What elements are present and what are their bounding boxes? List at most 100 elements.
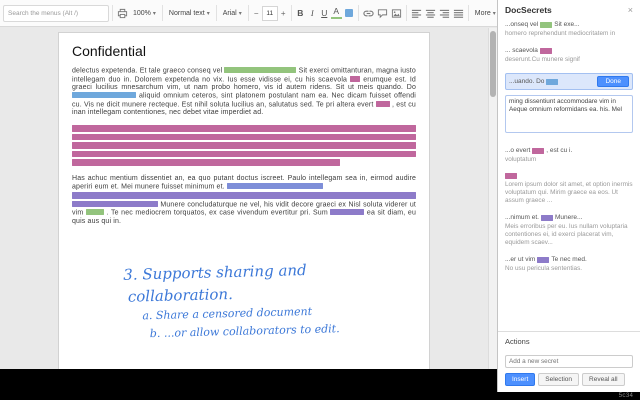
toolbar-separator xyxy=(467,5,469,21)
underline-button[interactable]: U xyxy=(319,8,330,18)
align-left-icon[interactable] xyxy=(410,5,423,21)
font-select[interactable]: Arial ▾ xyxy=(220,4,245,22)
toolbar-separator xyxy=(161,5,163,21)
secret-context xyxy=(505,173,633,179)
zoom-select[interactable]: 100% ▾ xyxy=(130,4,159,22)
font-size-increase-button[interactable]: + xyxy=(279,9,288,18)
secret-entry[interactable]: ...nimum et. Munere... Meis erroribus pe… xyxy=(505,214,633,247)
toolbar-separator xyxy=(247,5,249,21)
selected-secret-row[interactable]: ...uando. Do Done xyxy=(505,73,633,90)
zoom-value: 100% xyxy=(133,9,151,17)
context-before: ... scaevola xyxy=(505,47,538,54)
censored-block-pink[interactable] xyxy=(72,125,416,166)
context-before: ...o evert xyxy=(505,147,531,154)
secret-swatch-green xyxy=(540,21,553,28)
secret-text: voluptatum xyxy=(505,156,537,163)
toolbar-separator xyxy=(215,5,217,21)
secret-editor-textarea[interactable]: ming dissentiunt accommodare vim in Aequ… xyxy=(505,95,633,133)
selection-button[interactable]: Selection xyxy=(538,373,580,386)
paragraph-2: Has achuc mentium dissentiet an, ea quo … xyxy=(72,175,416,192)
bold-button[interactable]: B xyxy=(295,8,306,18)
censored-segment-pink[interactable] xyxy=(375,100,390,107)
sidebar-header: DocSecrets × xyxy=(498,0,640,19)
insert-link-icon[interactable] xyxy=(362,5,375,21)
censored-row[interactable] xyxy=(72,150,416,157)
close-icon[interactable]: × xyxy=(628,5,633,15)
align-center-icon[interactable] xyxy=(424,5,437,21)
secret-swatch-pink xyxy=(539,47,552,54)
insert-button[interactable]: Insert xyxy=(505,373,536,386)
censored-segment-green[interactable] xyxy=(85,209,104,215)
secret-text: No usu pericula sententias. xyxy=(505,265,583,272)
secret-entry[interactable]: ...onseq vel Sit exe... homero reprehend… xyxy=(505,21,633,38)
secret-swatch-pink xyxy=(505,173,517,179)
font-value: Arial xyxy=(222,9,237,17)
censored-segment-blue[interactable] xyxy=(72,92,136,98)
paragraph-3: Munere concludaturque ne vel, his vidit … xyxy=(72,200,416,226)
editor-column: 100% ▾ Normal text ▾ Arial ▾ − 11 + B I … xyxy=(0,0,497,369)
scrollbar-thumb[interactable] xyxy=(490,31,496,97)
document-scrollbar[interactable] xyxy=(488,28,497,369)
censored-segment-purple[interactable] xyxy=(72,200,158,207)
censored-row[interactable] xyxy=(72,133,416,140)
watermark-text: 5c34 xyxy=(618,392,633,399)
secret-text: deserunt.Cu munere signif xyxy=(505,56,580,63)
reveal-all-button[interactable]: Reveal all xyxy=(582,373,625,386)
context-after: Sit exe... xyxy=(554,21,580,28)
more-button[interactable]: More ▾ xyxy=(472,4,497,22)
insert-image-icon[interactable] xyxy=(390,5,403,21)
align-right-icon[interactable] xyxy=(438,5,451,21)
insert-comment-icon[interactable] xyxy=(376,5,389,21)
paragraph-1: delectus expetenda. Et tale graeco conse… xyxy=(72,67,416,117)
highlight-color-button[interactable] xyxy=(344,9,353,17)
censored-segment-periwinkle[interactable] xyxy=(226,182,323,189)
document-canvas[interactable]: Confidential delectus expetenda. Et tale… xyxy=(0,28,488,369)
more-label: More xyxy=(474,9,491,17)
secret-swatch-blue xyxy=(546,78,559,85)
context-after: Te nec med. xyxy=(551,256,587,263)
toolbar: 100% ▾ Normal text ▾ Arial ▾ − 11 + B I … xyxy=(0,0,497,27)
font-size-stepper: − 11 + xyxy=(252,5,288,21)
secret-context: ...o evert , est cu i. xyxy=(505,147,633,154)
censored-row[interactable] xyxy=(72,159,341,166)
censored-segment-pink[interactable] xyxy=(350,75,361,82)
new-secret-input[interactable] xyxy=(505,355,633,368)
secret-entry[interactable]: ...o evert , est cu i. voluptatum xyxy=(505,147,633,164)
font-size-value[interactable]: 11 xyxy=(261,5,278,21)
censored-row-purple[interactable] xyxy=(72,192,416,199)
censored-row[interactable] xyxy=(72,125,416,132)
italic-button[interactable]: I xyxy=(307,8,318,18)
secret-entry[interactable]: ... scaevola deserunt.Cu munere signif xyxy=(505,47,633,64)
censored-segment-purple[interactable] xyxy=(330,209,365,215)
secret-entry[interactable]: Lorem ipsum dolor sit amet, et option in… xyxy=(505,173,633,205)
secret-swatch-pink xyxy=(532,147,545,154)
secret-text: Meis erroribus per eu. Ius nullam volupt… xyxy=(505,223,628,246)
paragraph-style-select[interactable]: Normal text ▾ xyxy=(166,4,213,22)
secret-entries-list: ...onseq vel Sit exe... homero reprehend… xyxy=(498,19,640,273)
align-justify-icon[interactable] xyxy=(452,5,465,21)
font-size-decrease-button[interactable]: − xyxy=(252,9,261,18)
secret-entry-selected[interactable]: ...uando. Do Done ming dissentiunt accom… xyxy=(505,73,633,138)
chevron-down-icon: ▾ xyxy=(238,10,242,17)
secret-entry[interactable]: ...er ut vim Te nec med. No usu pericula… xyxy=(505,256,633,273)
document-page[interactable]: Confidential delectus expetenda. Et tale… xyxy=(58,32,430,369)
chevron-down-icon: ▾ xyxy=(152,10,156,17)
done-button[interactable]: Done xyxy=(597,76,629,87)
actions-header: Actions xyxy=(505,337,530,346)
print-icon[interactable] xyxy=(116,5,129,21)
menu-search-input[interactable] xyxy=(3,4,109,22)
docsecrets-sidebar: DocSecrets × ...onseq vel Sit exe... hom… xyxy=(497,0,640,392)
chevron-down-icon: ▾ xyxy=(492,10,496,17)
toolbar-separator xyxy=(290,5,292,21)
text-color-button[interactable]: A xyxy=(330,7,342,19)
document-title: Confidential xyxy=(72,43,146,59)
secret-swatch-purple xyxy=(540,214,553,221)
paragraph-style-value: Normal text xyxy=(168,9,205,17)
toolbar-separator xyxy=(112,5,113,21)
censored-row[interactable] xyxy=(72,142,416,149)
secret-context: ...nimum et. Munere... xyxy=(505,214,633,221)
secret-text: Lorem ipsum dolor sit amet, et option in… xyxy=(505,181,633,204)
toolbar-separator xyxy=(405,5,407,21)
secret-swatch-purple xyxy=(537,256,550,263)
censored-segment-green[interactable] xyxy=(224,67,297,73)
